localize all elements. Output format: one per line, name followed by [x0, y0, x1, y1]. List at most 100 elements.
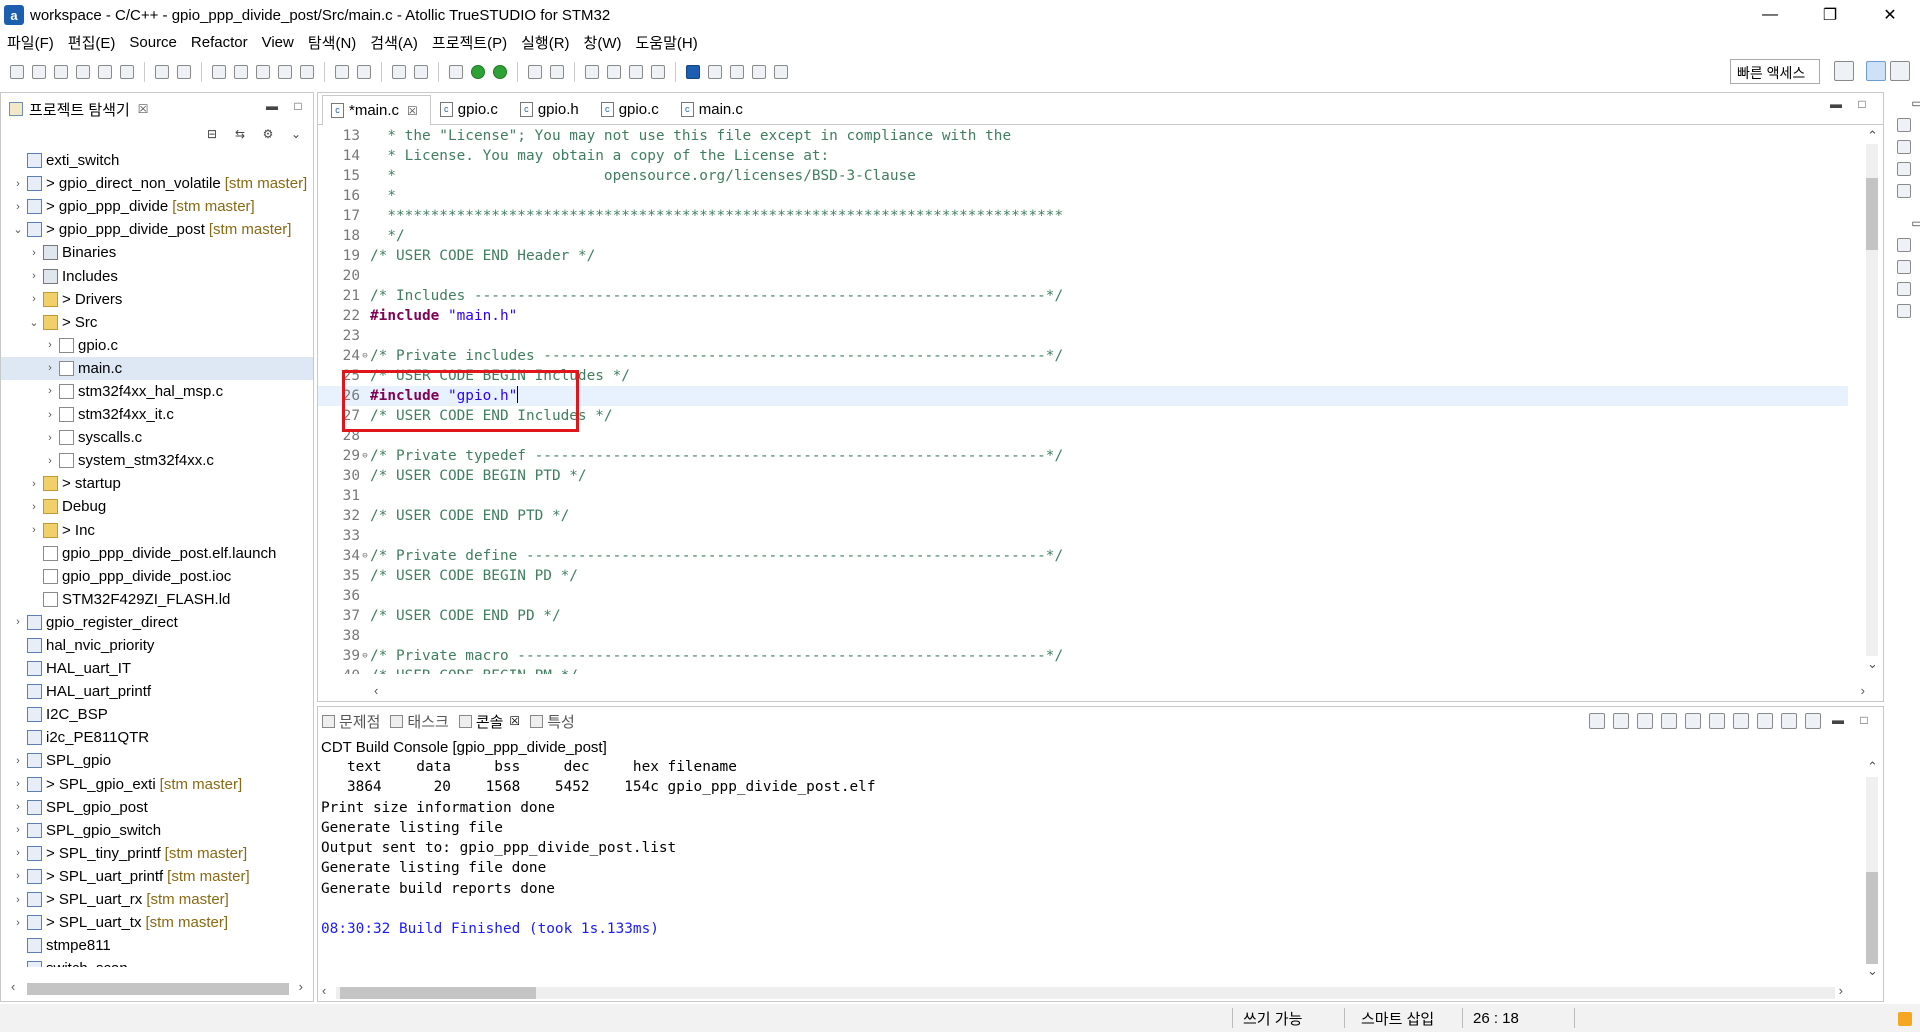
maximize-button[interactable]: ❐: [1800, 0, 1860, 30]
tree-item[interactable]: › system_stm32f4xx.c: [1, 449, 313, 472]
new-header-icon[interactable]: [32, 65, 46, 79]
collapsed-chevron-icon[interactable]: ›: [11, 801, 25, 813]
new-folder-icon[interactable]: [98, 65, 112, 79]
run-external-icon[interactable]: [493, 65, 507, 79]
exit-icon[interactable]: [774, 65, 788, 79]
quick-access-field[interactable]: 빠른 액세스: [1730, 59, 1820, 84]
filter-icon[interactable]: ⚙: [261, 127, 275, 141]
tree-item[interactable]: › SPL_gpio: [1, 749, 313, 772]
scroll-left-icon[interactable]: ‹: [322, 983, 326, 998]
swv-icon[interactable]: [1897, 260, 1911, 274]
console-tab[interactable]: 문제점: [320, 711, 388, 732]
editor-tab[interactable]: c main.c: [672, 94, 756, 124]
editor-hscrollbar[interactable]: ‹ ›: [318, 683, 1865, 701]
word-wrap-icon[interactable]: [1613, 713, 1629, 729]
import-icon[interactable]: [120, 65, 134, 79]
scroll-right-icon[interactable]: ›: [1839, 983, 1843, 998]
scroll-left-icon[interactable]: ‹: [374, 683, 378, 698]
tree-item[interactable]: › > SPL_uart_printf [stm master]: [1, 865, 313, 888]
tree-item[interactable]: › SPL_gpio_switch: [1, 819, 313, 842]
code-line[interactable]: 37 /* USER CODE END PD */: [318, 606, 1848, 626]
editor-tab[interactable]: c gpio.h: [511, 94, 592, 124]
code-line[interactable]: 36: [318, 586, 1848, 606]
code-line[interactable]: 39 ⊖/* Private macro --------------------…: [318, 646, 1848, 666]
settings-icon[interactable]: [414, 65, 428, 79]
tree-item[interactable]: › > Inc: [1, 519, 313, 542]
collapsed-chevron-icon[interactable]: ›: [43, 362, 57, 374]
table-icon[interactable]: [730, 65, 744, 79]
code-line[interactable]: 32 /* USER CODE END PTD */: [318, 506, 1848, 526]
tree-item[interactable]: › > gpio_ppp_divide [stm master]: [1, 195, 313, 218]
window-icon[interactable]: [708, 65, 722, 79]
save-icon[interactable]: [155, 65, 169, 79]
code-line[interactable]: 35 /* USER CODE BEGIN PD */: [318, 566, 1848, 586]
code-line[interactable]: 17 *************************************…: [318, 206, 1848, 226]
copy-icon[interactable]: [1661, 713, 1677, 729]
minimize-view-icon[interactable]: ▬: [1829, 97, 1843, 111]
code-line[interactable]: 16 *: [318, 186, 1848, 206]
editor-tab[interactable]: c *main.c ☒: [322, 95, 431, 125]
info-icon[interactable]: [686, 65, 700, 79]
close-button[interactable]: ✕: [1860, 0, 1920, 30]
editor-tab[interactable]: c gpio.c: [431, 94, 511, 124]
menu-item[interactable]: View: [255, 34, 301, 51]
tree-item[interactable]: stmpe811: [1, 934, 313, 957]
menu-item[interactable]: 프로젝트(P): [425, 32, 514, 53]
expanded-chevron-icon[interactable]: ⌄: [11, 223, 25, 236]
code-line[interactable]: 20: [318, 266, 1848, 286]
collapsed-chevron-icon[interactable]: ›: [11, 870, 25, 882]
fullscreen-icon[interactable]: [752, 65, 766, 79]
expanded-chevron-icon[interactable]: ⌄: [27, 316, 41, 329]
code-line[interactable]: 30 /* USER CODE BEGIN PTD */: [318, 466, 1848, 486]
view-menu-icon[interactable]: ⌄: [289, 127, 303, 141]
tree-item[interactable]: hal_nvic_priority: [1, 634, 313, 657]
annotation-nav-icon[interactable]: [607, 65, 621, 79]
tree-item[interactable]: › > SPL_uart_rx [stm master]: [1, 888, 313, 911]
tree-item[interactable]: › > Drivers: [1, 288, 313, 311]
collapsed-chevron-icon[interactable]: ›: [27, 247, 41, 259]
collapsed-chevron-icon[interactable]: ›: [11, 755, 25, 767]
collapsed-chevron-icon[interactable]: ›: [11, 616, 25, 628]
display-console-icon[interactable]: [1781, 713, 1797, 729]
collapsed-chevron-icon[interactable]: ›: [27, 270, 41, 282]
forward-icon[interactable]: [651, 65, 665, 79]
clear-console-icon[interactable]: [1709, 713, 1725, 729]
menu-item[interactable]: 파일(F): [0, 32, 61, 53]
menu-item[interactable]: Refactor: [184, 34, 255, 51]
collapsed-chevron-icon[interactable]: ›: [11, 201, 25, 213]
menu-item[interactable]: Source: [122, 34, 184, 51]
open-console-icon[interactable]: [1757, 713, 1773, 729]
collapsed-chevron-icon[interactable]: ›: [27, 478, 41, 490]
back-icon[interactable]: [629, 65, 643, 79]
tree-item[interactable]: › gpio_register_direct: [1, 611, 313, 634]
new-file-icon[interactable]: [10, 65, 24, 79]
collapsed-chevron-icon[interactable]: ›: [27, 524, 41, 536]
remove-console-icon[interactable]: [1733, 713, 1749, 729]
new-source-icon[interactable]: [54, 65, 68, 79]
paste-icon[interactable]: [1685, 713, 1701, 729]
editor-vscrollbar[interactable]: ⌃ ⌄: [1863, 126, 1881, 674]
menu-item[interactable]: 창(W): [577, 32, 629, 53]
scroll-right-icon[interactable]: ›: [1861, 683, 1865, 698]
tree-item[interactable]: exti_switch: [1, 149, 313, 172]
code-line[interactable]: 22 #include "main.h": [318, 306, 1848, 326]
restore-view-icon[interactable]: ▭: [1910, 216, 1920, 230]
console-hscrollbar[interactable]: ‹ ›: [318, 983, 1865, 1001]
toggle-mark-icon[interactable]: [585, 65, 599, 79]
collapsed-chevron-icon[interactable]: ›: [43, 432, 57, 444]
code-line[interactable]: 19 /* USER CODE END Header */: [318, 246, 1848, 266]
collapse-all-icon[interactable]: ⊟: [205, 127, 219, 141]
tree-item[interactable]: › > startup: [1, 472, 313, 495]
menu-item[interactable]: 검색(A): [363, 32, 425, 53]
collapsed-chevron-icon[interactable]: ›: [11, 894, 25, 906]
scroll-right-icon[interactable]: ›: [299, 979, 303, 994]
code-line[interactable]: 21 /* Includes --------------------------…: [318, 286, 1848, 306]
collapsed-chevron-icon[interactable]: ›: [27, 293, 41, 305]
tree-item[interactable]: › gpio.c: [1, 334, 313, 357]
code-line[interactable]: 40 /* USER CODE BEGIN PM */: [318, 666, 1848, 674]
fold-marker-icon[interactable]: ⊖: [360, 546, 370, 566]
menu-item[interactable]: 탐색(N): [301, 32, 363, 53]
collapsed-chevron-icon[interactable]: ›: [43, 385, 57, 397]
console-tab[interactable]: 특성: [528, 711, 583, 732]
rebuild-icon[interactable]: [256, 65, 270, 79]
